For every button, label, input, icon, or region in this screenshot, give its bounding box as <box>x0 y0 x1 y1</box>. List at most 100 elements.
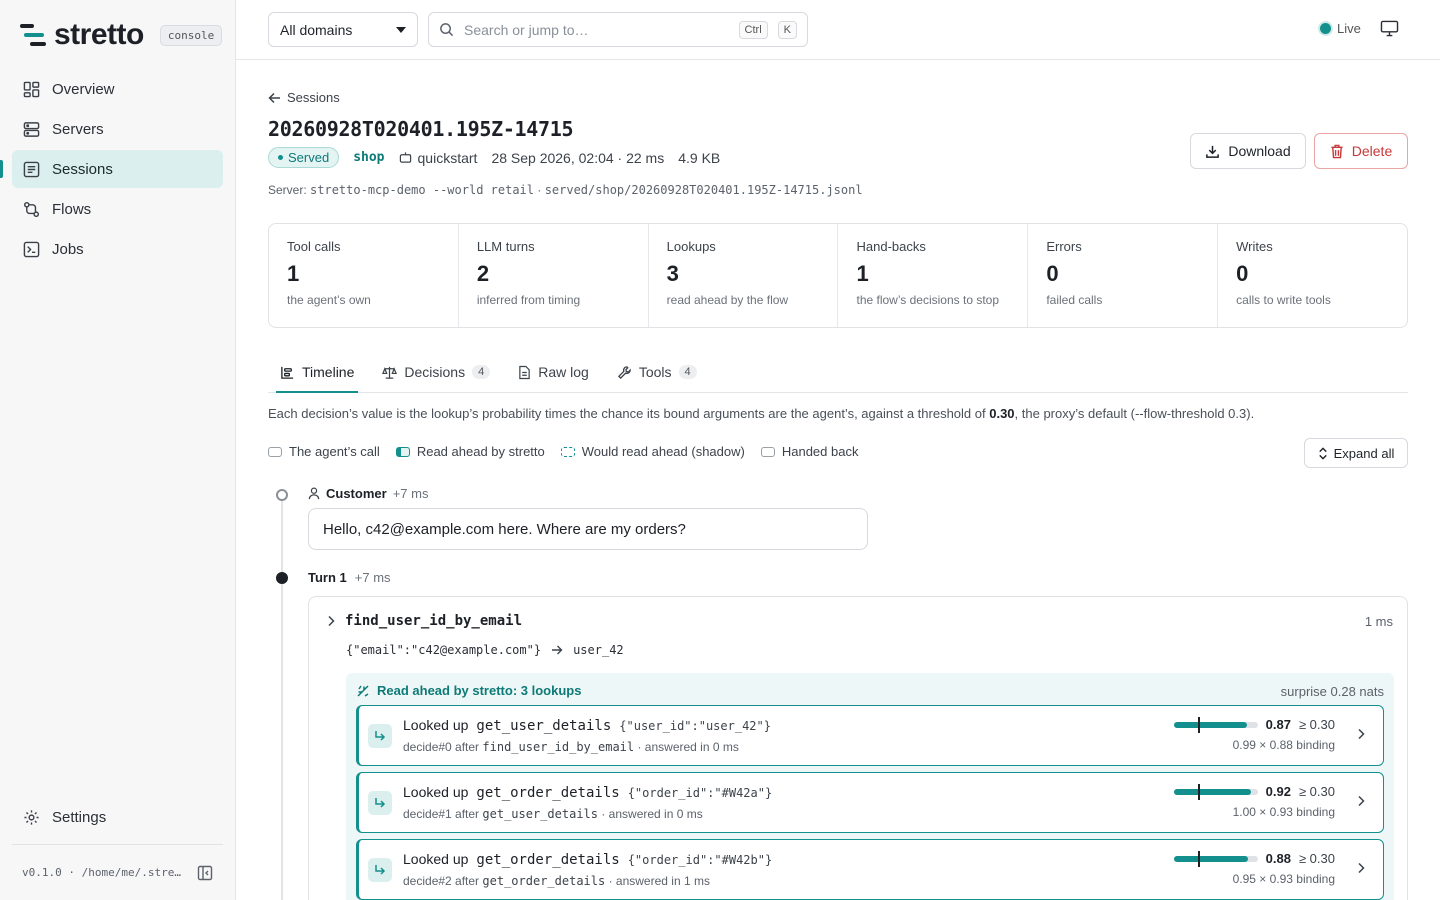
live-dot-icon <box>1320 23 1331 34</box>
lookup-row[interactable]: Looked up get_order_details {"order_id":… <box>356 839 1384 900</box>
turn-label: Turn 1 <box>308 570 347 585</box>
domain-link[interactable]: shop <box>353 150 384 165</box>
chevron-right-icon[interactable] <box>1357 728 1365 740</box>
arrow-left-icon <box>268 92 280 103</box>
sidebar-item-sessions[interactable]: Sessions <box>0 150 223 188</box>
live-indicator[interactable]: Live <box>1320 21 1361 36</box>
server-command: stretto-mcp-demo --world retail <box>310 183 534 197</box>
sidebar-item-servers[interactable]: Servers <box>12 110 223 148</box>
stat-value: 1 <box>856 261 869 286</box>
stat-value: 2 <box>476 261 490 286</box>
tool-call-name: find_user_id_by_email <box>345 613 523 629</box>
kbd-ctrl: Ctrl <box>738 20 768 39</box>
desc-text-end: , the proxy’s default (--flow-threshold … <box>1014 406 1255 421</box>
timeline-node-turn <box>276 572 288 584</box>
monitor-icon <box>1380 20 1399 37</box>
domain-select-value: All domains <box>280 21 353 38</box>
search-input[interactable]: Search or jump to… Ctrl K <box>428 12 808 47</box>
lookup-args: {"user_id":"user_42"} <box>619 719 771 733</box>
brand[interactable]: stretto console <box>20 20 223 50</box>
expand-all-button[interactable]: Expand all <box>1304 438 1408 468</box>
tab-raw-log[interactable]: Raw log <box>506 352 601 392</box>
chevron-right-icon[interactable] <box>1357 862 1365 874</box>
chevron-right-icon[interactable] <box>1357 795 1365 807</box>
server-separator: · <box>537 183 542 197</box>
score-value: 0.87 <box>1265 717 1291 732</box>
tool-call-toggle[interactable]: find_user_id_by_email <box>327 613 522 629</box>
legend-handed-back: Handed back <box>760 444 858 459</box>
sidebar: stretto console Overview Servers Session… <box>0 0 236 900</box>
chevron-right-icon <box>328 615 335 627</box>
lookup-verb: Looked up <box>403 851 469 867</box>
tab-timeline[interactable]: Timeline <box>268 352 366 393</box>
sidebar-item-flows[interactable]: Flows <box>12 190 223 228</box>
stat-writes: Writes 0 calls to write tools <box>1218 224 1407 327</box>
lookup-verb: Looked up <box>403 717 469 733</box>
score-bar <box>1173 783 1258 800</box>
legend-swatch <box>268 446 282 457</box>
terminal-icon <box>23 241 40 257</box>
collapse-sidebar-icon[interactable] <box>197 865 213 881</box>
sidebar-item-jobs[interactable]: Jobs <box>12 230 223 268</box>
domain-select[interactable]: All domains <box>268 12 418 47</box>
return-arrow-icon <box>368 858 392 882</box>
score-value: 0.92 <box>1265 784 1291 799</box>
score-bar-fill <box>1173 788 1251 795</box>
score-bar <box>1173 716 1258 733</box>
stat-tool-calls: Tool calls 1 the agent’s own <box>269 224 459 327</box>
server-label: Server: <box>268 183 307 197</box>
server-info: Server: stretto-mcp-demo --world retail … <box>268 183 863 197</box>
display-toggle-button[interactable] <box>1380 20 1399 37</box>
flow-link[interactable]: quickstart <box>399 149 478 166</box>
stat-value: 1 <box>287 261 300 286</box>
lookup-binding: 0.95 × 0.93 binding <box>1232 872 1335 886</box>
legend-label: The agent’s call <box>289 444 380 459</box>
tab-decisions[interactable]: Decisions 4 <box>370 352 502 392</box>
lookup-title: Looked up get_user_details {"user_id":"u… <box>403 717 771 734</box>
caret-down-icon <box>396 26 406 33</box>
timeline-legend: The agent’s call Read ahead by stretto W… <box>268 444 858 459</box>
lookup-binding: 1.00 × 0.93 binding <box>1232 805 1335 819</box>
expand-icon <box>1318 446 1327 460</box>
return-arrow-icon <box>368 791 392 815</box>
score-bar-fill <box>1173 855 1248 862</box>
stats-panel: Tool calls 1 the agent’s own LLM turns 2… <box>268 223 1408 328</box>
stat-caption: calls to write tools <box>1236 293 1331 307</box>
lookup-detail: decide#2 after get_order_details · answe… <box>403 874 710 888</box>
lookup-args: {"order_id":"#W42a"} <box>627 786 773 800</box>
sidebar-item-settings[interactable]: Settings <box>12 798 223 836</box>
version-path: v0.1.0 · /home/me/.stretto <box>22 866 182 879</box>
stat-value: 0 <box>1046 261 1059 286</box>
score-bar <box>1173 850 1258 867</box>
sidebar-item-overview[interactable]: Overview <box>12 70 223 108</box>
lookup-row[interactable]: Looked up get_user_details {"user_id":"u… <box>356 705 1384 766</box>
legend-read-ahead: Read ahead by stretto <box>395 444 545 459</box>
lookup-score: 0.87 ≥ 0.30 <box>1173 716 1335 733</box>
stat-label: Errors <box>1046 239 1082 254</box>
stat-errors: Errors 0 failed calls <box>1028 224 1219 327</box>
customer-header: Customer +7 ms <box>308 486 428 501</box>
tool-call-duration: 1 ms <box>1364 614 1393 629</box>
stat-label: Tool calls <box>287 239 341 254</box>
back-to-sessions-link[interactable]: Sessions <box>268 90 340 105</box>
lookup-decide: decide#1 after <box>403 807 480 821</box>
lookup-row[interactable]: Looked up get_order_details {"order_id":… <box>356 772 1384 833</box>
arrow-right-icon <box>552 645 563 655</box>
read-ahead-header: Read ahead by stretto: 3 lookups <box>356 683 581 698</box>
desc-text: Each decision’s value is the lookup’s pr… <box>268 406 990 421</box>
session-time: 28 Sep 2026, 02:04 · 22 ms <box>491 149 665 166</box>
live-label: Live <box>1337 21 1361 36</box>
tab-tools[interactable]: Tools 4 <box>605 352 709 392</box>
customer-message: Hello, c42@example.com here. Where are m… <box>308 508 868 550</box>
stat-caption: failed calls <box>1046 293 1103 307</box>
stat-value: 3 <box>666 261 679 286</box>
flow-label: quickstart <box>417 149 478 166</box>
legend-swatch <box>395 446 410 457</box>
customer-time: +7 ms <box>392 486 429 501</box>
delete-button[interactable]: Delete <box>1314 133 1408 169</box>
legend-agent-call: The agent’s call <box>268 444 380 459</box>
timeline-icon <box>281 366 294 379</box>
wrench-icon <box>617 365 631 379</box>
download-button[interactable]: Download <box>1190 133 1306 169</box>
lookup-fn: get_user_details <box>476 718 612 734</box>
